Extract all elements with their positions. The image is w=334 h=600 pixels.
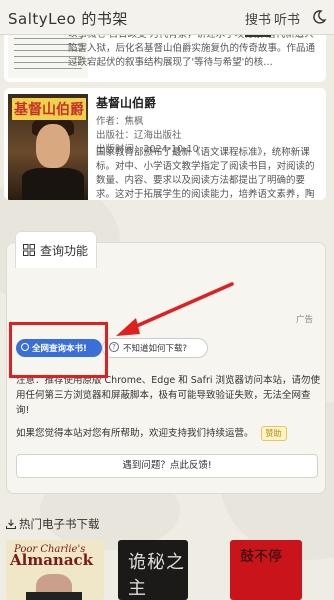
book-description: 国家教育部颁布了最新《语文课程标准》，统称新课标。对中、小学语文教学指定了阅读书… <box>96 147 315 200</box>
download-icon <box>6 519 16 529</box>
moon-icon[interactable] <box>311 9 327 25</box>
tab-search-books[interactable]: 搜书 <box>245 9 272 37</box>
book-author: 作者：焦枫 <box>96 116 144 127</box>
query-panel-title: 查询功能 <box>40 244 89 258</box>
grid-icon <box>23 244 35 256</box>
hot-ebook-cover[interactable]: Poor Charlie's Almanack <box>6 540 104 600</box>
query-panel-header: 查询功能 <box>15 231 97 268</box>
book-card[interactable]: 基督山伯爵 基督山伯爵 作者：焦枫 出版社：辽海出版社 出版时间：2024-10… <box>4 88 326 200</box>
how-to-download-button[interactable]: ? 不知道如何下载? <box>102 338 208 358</box>
browser-tip-text: 推荐使用原版 Chrome、Edge 和 Safri 浏览器访问本站，请勿使用任… <box>16 375 321 416</box>
hot-ebook-cover[interactable]: 诡秘之主 <box>118 540 188 600</box>
tab-audiobooks[interactable]: 听书 <box>274 9 300 28</box>
hot-ebooks-heading: 热门电子书下载 <box>6 516 100 532</box>
book-cover-title: 基督山伯爵 <box>12 98 86 120</box>
support-message: 如果您觉得本站对您有所帮助，欢迎支持我们持续运营。 赞助 <box>16 426 322 441</box>
search-all-web-button[interactable]: 全网查询本书! <box>16 339 102 357</box>
browser-tip-prefix: 注意： <box>16 375 45 386</box>
browser-tip: 注意：推荐使用原版 Chrome、Edge 和 Safri 浏览器访问本站，请勿… <box>16 373 322 418</box>
question-icon: ? <box>109 342 119 352</box>
donate-button[interactable]: 赞助 <box>260 426 287 441</box>
book-cover[interactable]: 基督山伯爵 <box>8 94 88 200</box>
feedback-button[interactable]: 遇到问题？点此反馈! <box>16 454 318 478</box>
app-title: SaltyLeo 的书架 <box>8 10 128 28</box>
book-title[interactable]: 基督山伯爵 <box>96 94 320 111</box>
hot-ebook-cover[interactable]: 鼓不停 <box>230 540 302 600</box>
ad-label: 广告 <box>296 315 314 325</box>
book-publisher: 出版社：辽海出版社 <box>96 130 182 141</box>
search-icon <box>21 343 29 351</box>
app-header: SaltyLeo 的书架 搜书 听书 <box>0 0 334 37</box>
